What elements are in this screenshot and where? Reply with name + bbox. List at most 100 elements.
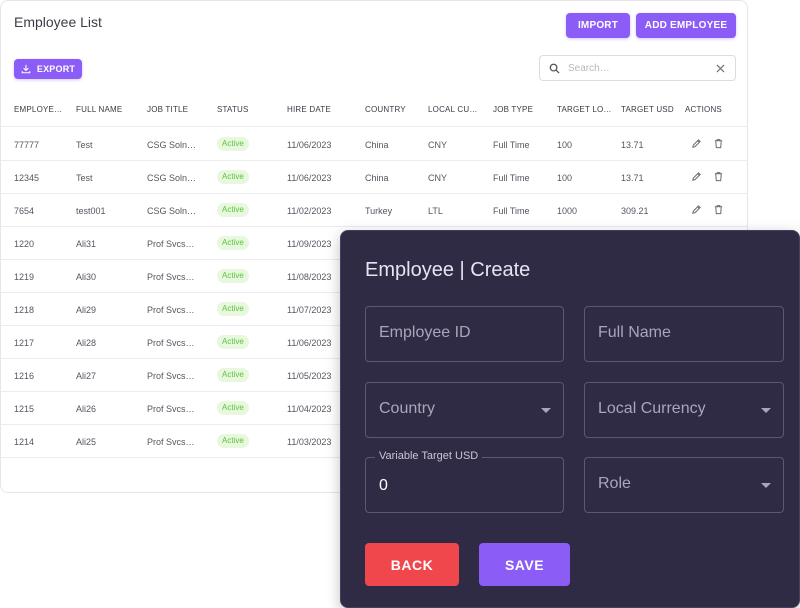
cell-target-usd: 13.71 <box>621 173 644 183</box>
column-header-target-usd[interactable]: TARGET USD <box>621 105 674 114</box>
cell-local-currency: LTL <box>428 206 443 216</box>
trash-icon[interactable] <box>713 138 724 149</box>
pencil-icon[interactable] <box>691 138 702 149</box>
back-button[interactable]: BACK <box>365 543 459 586</box>
cell-hire-date: 11/07/2023 <box>287 305 332 315</box>
column-header-actions: ACTIONS <box>685 105 722 114</box>
cell-full-name: Ali30 <box>76 272 97 282</box>
column-header-status[interactable]: STATUS <box>217 105 249 114</box>
cell-target-local: 100 <box>557 140 573 150</box>
status-badge: Active <box>217 335 249 349</box>
pencil-icon[interactable] <box>691 204 702 215</box>
cell-hire-date: 11/05/2023 <box>287 371 332 381</box>
column-header-full-name[interactable]: FULL NAME <box>76 105 122 114</box>
cell-job-title: CSG Soln… <box>147 206 197 216</box>
column-header-job-title[interactable]: JOB TITLE <box>147 105 188 114</box>
cell-employee-id: 1215 <box>14 404 35 414</box>
cell-employee-id: 7654 <box>14 206 35 216</box>
cell-hire-date: 11/06/2023 <box>287 338 332 348</box>
cell-employee-id: 77777 <box>14 140 40 150</box>
status-badge: Active <box>217 368 249 382</box>
country-select[interactable]: Country <box>365 382 564 438</box>
cell-full-name: Ali26 <box>76 404 97 414</box>
column-header-target-local[interactable]: TARGET LO… <box>557 105 612 114</box>
caret-down-icon <box>761 483 771 488</box>
cell-target-local: 1000 <box>557 206 578 216</box>
cell-full-name: Test <box>76 173 93 183</box>
trash-icon[interactable] <box>713 171 724 182</box>
cell-hire-date: 11/02/2023 <box>287 206 332 216</box>
variable-target-usd-value[interactable]: 0 <box>379 477 388 495</box>
trash-icon[interactable] <box>713 204 724 215</box>
cell-job-title: Prof Svcs… <box>147 404 195 414</box>
cell-job-type: Full Time <box>493 140 530 150</box>
cell-job-type: Full Time <box>493 173 530 183</box>
download-icon <box>21 64 31 74</box>
cell-full-name: Ali31 <box>76 239 97 249</box>
import-button[interactable]: IMPORT <box>566 13 630 38</box>
cell-target-usd: 13.71 <box>621 140 644 150</box>
cell-target-usd: 309.21 <box>621 206 649 216</box>
full-name-field[interactable]: Full Name <box>584 306 784 362</box>
table-row[interactable]: 7654 test001 CSG Soln… Active 11/02/2023… <box>1 194 747 227</box>
save-button[interactable]: SAVE <box>479 543 570 586</box>
cell-employee-id: 1218 <box>14 305 35 315</box>
status-badge: Active <box>217 434 249 448</box>
cell-country: China <box>365 173 389 183</box>
local-currency-select[interactable]: Local Currency <box>584 382 784 438</box>
cell-job-title: Prof Svcs… <box>147 371 195 381</box>
column-header-hire-date[interactable]: HIRE DATE <box>287 105 331 114</box>
status-badge: Active <box>217 170 249 184</box>
cell-job-title: CSG Soln… <box>147 140 197 150</box>
status-badge: Active <box>217 302 249 316</box>
status-badge: Active <box>217 269 249 283</box>
column-header-country[interactable]: COUNTRY <box>365 105 406 114</box>
add-employee-button[interactable]: ADD EMPLOYEE <box>636 13 736 38</box>
cell-job-title: Prof Svcs… <box>147 305 195 315</box>
cell-hire-date: 11/04/2023 <box>287 404 332 414</box>
cell-employee-id: 1214 <box>14 437 35 447</box>
cell-target-local: 100 <box>557 173 573 183</box>
column-header-local-currency[interactable]: LOCAL CU… <box>428 105 478 114</box>
column-header-employee-id[interactable]: EMPLOYE… <box>14 105 62 114</box>
role-placeholder: Role <box>598 475 631 492</box>
column-header-job-type[interactable]: JOB TYPE <box>493 105 533 114</box>
close-icon[interactable] <box>716 64 725 73</box>
cell-full-name: Ali27 <box>76 371 97 381</box>
employee-create-dialog: Employee | Create Employee ID Full Name … <box>340 230 800 608</box>
cell-employee-id: 1216 <box>14 371 35 381</box>
search-icon <box>549 63 560 74</box>
status-badge: Active <box>217 203 249 217</box>
cell-hire-date: 11/09/2023 <box>287 239 332 249</box>
cell-hire-date: 11/06/2023 <box>287 173 332 183</box>
country-placeholder: Country <box>379 400 436 417</box>
cell-local-currency: CNY <box>428 173 448 183</box>
cell-full-name: test001 <box>76 206 106 216</box>
cell-hire-date: 11/06/2023 <box>287 140 332 150</box>
caret-down-icon <box>541 408 551 413</box>
caret-down-icon <box>761 408 771 413</box>
export-label: EXPORT <box>36 64 76 74</box>
status-badge: Active <box>217 401 249 415</box>
cell-local-currency: CNY <box>428 140 448 150</box>
cell-country: Turkey <box>365 206 393 216</box>
cell-job-type: Full Time <box>493 206 530 216</box>
employee-id-placeholder: Employee ID <box>379 324 471 341</box>
search-field[interactable] <box>539 55 736 81</box>
cell-employee-id: 1217 <box>14 338 35 348</box>
status-badge: Active <box>217 236 249 250</box>
cell-employee-id: 12345 <box>14 173 40 183</box>
table-row[interactable]: 12345 Test CSG Soln… Active 11/06/2023 C… <box>1 161 747 194</box>
pencil-icon[interactable] <box>691 171 702 182</box>
employee-id-field[interactable]: Employee ID <box>365 306 564 362</box>
cell-job-title: Prof Svcs… <box>147 272 195 282</box>
status-badge: Active <box>217 137 249 151</box>
export-button[interactable]: EXPORT <box>14 59 82 79</box>
role-select[interactable]: Role <box>584 457 784 513</box>
cell-full-name: Ali29 <box>76 305 97 315</box>
dialog-title: Employee | Create <box>365 259 531 281</box>
cell-full-name: Ali25 <box>76 437 97 447</box>
variable-target-usd-field[interactable]: Variable Target USD 0 <box>365 450 564 513</box>
table-row[interactable]: 77777 Test CSG Soln… Active 11/06/2023 C… <box>1 128 747 161</box>
search-input[interactable] <box>566 59 706 77</box>
